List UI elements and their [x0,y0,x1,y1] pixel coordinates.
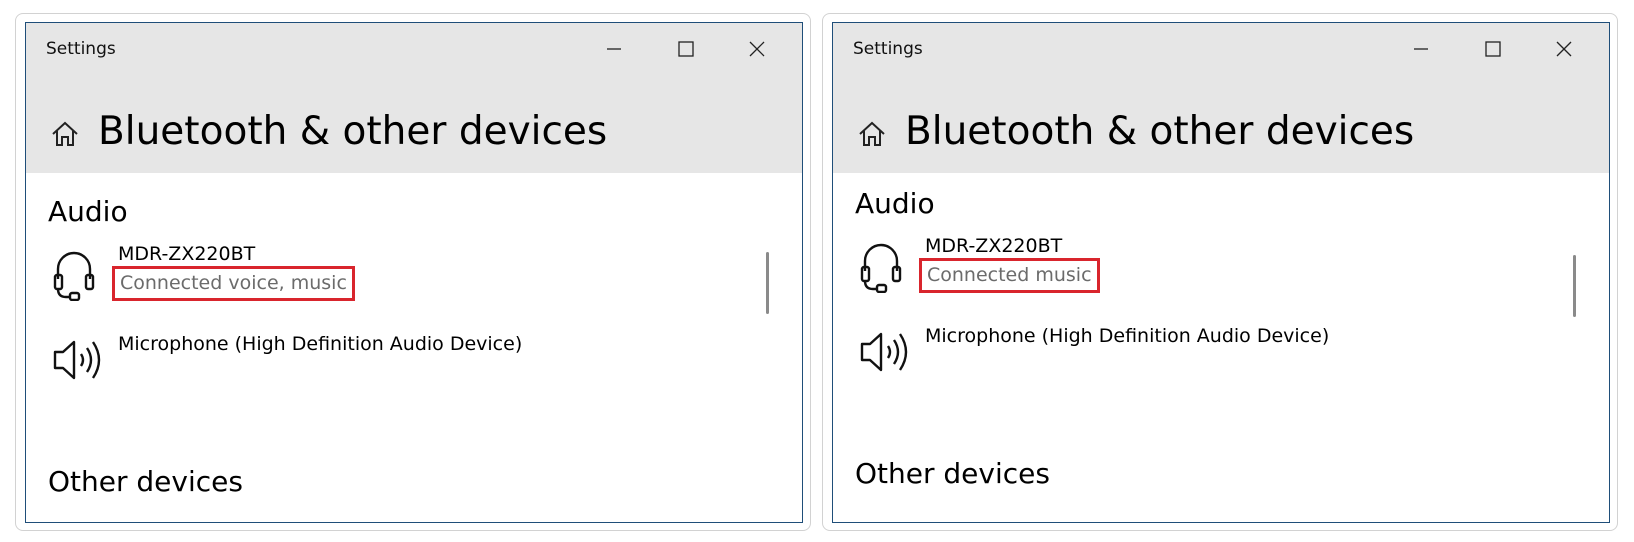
device-item-headset[interactable]: MDR-ZX220BT Connected voice, music [26,241,766,321]
close-button[interactable] [1544,31,1584,67]
headset-icon [52,249,96,305]
device-status-highlighted: Connected music [919,258,1100,293]
screenshot-panel-right: Settings Bluetooth & other devices Audio [822,13,1618,531]
minimize-icon [607,48,621,50]
scrollbar-thumb[interactable] [1573,255,1576,317]
maximize-icon [1485,41,1501,57]
title-bar: Settings Bluetooth & other devices [833,23,1609,173]
settings-window: Settings Bluetooth & other devices Audio [832,22,1610,523]
device-item-microphone[interactable]: Microphone (High Definition Audio Device… [833,325,1573,385]
settings-window: Settings Bluetooth & other devices Audio [25,22,803,523]
maximize-button[interactable] [1473,31,1513,67]
other-devices-heading: Other devices [48,465,243,498]
page-title: Bluetooth & other devices [98,109,608,154]
other-devices-heading: Other devices [855,457,1050,490]
audio-heading: Audio [48,195,128,228]
device-name: Microphone (High Definition Audio Device… [118,333,523,355]
home-icon[interactable] [857,119,887,149]
headset-icon [859,241,903,297]
window-title: Settings [46,39,116,59]
minimize-button[interactable] [594,31,634,67]
device-name: MDR-ZX220BT [925,235,1063,257]
close-button[interactable] [737,31,777,67]
minimize-icon [1414,48,1428,50]
maximize-button[interactable] [666,31,706,67]
home-icon[interactable] [50,119,80,149]
device-name: Microphone (High Definition Audio Device… [925,325,1330,347]
title-bar: Settings Bluetooth & other devices [26,23,802,173]
page-title: Bluetooth & other devices [905,109,1415,154]
maximize-icon [678,41,694,57]
minimize-button[interactable] [1401,31,1441,67]
scrollbar-thumb[interactable] [766,252,769,314]
device-name: MDR-ZX220BT [118,243,256,265]
close-icon [1556,41,1572,57]
window-title: Settings [853,39,923,59]
device-item-headset[interactable]: MDR-ZX220BT Connected music [833,233,1573,313]
speaker-icon [52,335,104,389]
device-status-highlighted: Connected voice, music [112,266,355,301]
close-icon [749,41,765,57]
screenshot-panel-left: Settings Bluetooth & other devices Audio [15,13,811,531]
audio-heading: Audio [855,187,935,220]
speaker-icon [859,327,911,381]
device-item-microphone[interactable]: Microphone (High Definition Audio Device… [26,333,766,393]
